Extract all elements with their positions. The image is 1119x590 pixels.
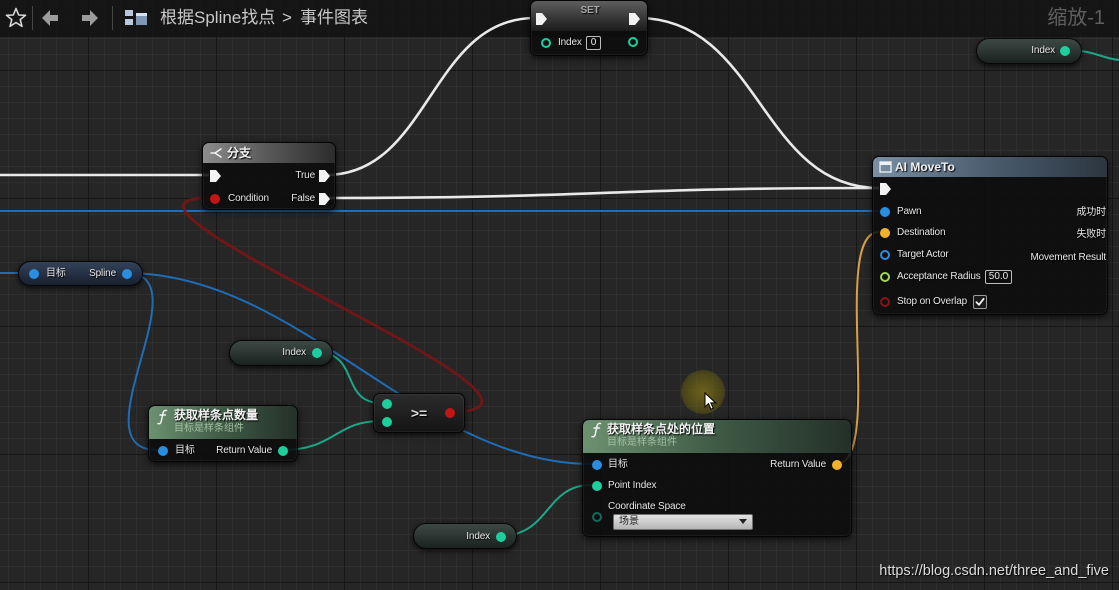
location-target-pin[interactable]	[592, 460, 602, 470]
num-points-return-pin[interactable]	[278, 446, 288, 456]
branch-condition-label: Condition	[228, 193, 269, 204]
index-getter-output-pin[interactable]	[1060, 46, 1070, 56]
target-actor-pin[interactable]	[880, 250, 890, 260]
set-index-output-pin[interactable]	[628, 37, 638, 47]
branch-true-label: True	[295, 170, 315, 181]
set-index-node[interactable]: SET Index 0	[530, 0, 648, 56]
ai-moveto-node[interactable]: AI MoveTo Pawn Destination Target Actor …	[872, 156, 1108, 315]
compare-output-pin[interactable]	[445, 408, 455, 418]
spline-getter-output-pin[interactable]	[122, 269, 132, 279]
coordinate-space-value: 场景	[619, 516, 639, 527]
num-points-title: 获取样条点数量	[174, 408, 259, 422]
movement-result-label: Movement Result	[1030, 252, 1106, 263]
greater-equal-node[interactable]: >=	[373, 393, 465, 433]
on-success-label: 成功时	[1076, 207, 1106, 218]
index-getter-top[interactable]: Index	[976, 38, 1082, 64]
stop-on-overlap-label: Stop on Overlap	[897, 296, 968, 307]
location-return-label: Return Value	[770, 459, 826, 470]
branch-false-label: False	[291, 193, 315, 204]
target-actor-label: Target Actor	[897, 249, 949, 260]
node-icon	[879, 161, 892, 173]
get-spline-point-count-node[interactable]: 获取样条点数量 目标是样条组件 目标 Return Value	[148, 405, 298, 462]
on-fail-label: 失败时	[1076, 229, 1106, 240]
ai-moveto-exec-in-pin[interactable]	[880, 183, 891, 195]
branch-false-out-pin[interactable]	[319, 193, 330, 205]
stop-on-overlap-checkbox[interactable]	[973, 295, 987, 309]
pawn-pin[interactable]	[880, 207, 890, 217]
coordinate-space-label: Coordinate Space	[608, 501, 686, 512]
compare-input-b-pin[interactable]	[382, 417, 392, 427]
checkmark-icon	[975, 297, 985, 306]
num-points-subtitle: 目标是样条组件	[174, 423, 244, 434]
location-subtitle: 目标是样条组件	[607, 437, 677, 448]
dropdown-arrow-icon	[739, 519, 747, 524]
spline-getter-target-label: 目标	[46, 268, 66, 279]
point-index-label: Point Index	[608, 480, 657, 491]
index-getter-bottom[interactable]: Index	[413, 523, 517, 549]
set-variable-label: Index	[558, 37, 582, 48]
set-index-input-pin[interactable]	[541, 38, 551, 48]
index-getter-output-pin[interactable]	[312, 348, 322, 358]
pawn-label: Pawn	[897, 206, 922, 217]
index-getter-label: Index	[1031, 45, 1055, 56]
compare-input-a-pin[interactable]	[382, 399, 392, 409]
num-points-target-label: 目标	[175, 445, 195, 456]
destination-label: Destination	[897, 227, 946, 238]
location-target-label: 目标	[608, 459, 628, 470]
mouse-cursor-icon	[704, 392, 717, 410]
point-index-pin[interactable]	[592, 481, 602, 491]
acceptance-radius-label: Acceptance Radius	[897, 271, 981, 282]
branch-exec-in-pin[interactable]	[210, 170, 221, 182]
exec-wire-true-to-set	[325, 16, 536, 177]
branch-node-title: 分支	[227, 146, 252, 160]
coordinate-space-dropdown[interactable]: 场景	[613, 514, 753, 530]
set-value-field[interactable]: 0	[586, 36, 601, 50]
get-location-at-spline-point-node[interactable]: 获取样条点处的位置 目标是样条组件 目标 Return Value Point …	[582, 419, 852, 537]
branch-node[interactable]: 分支 True Condition False	[202, 142, 336, 210]
exec-wire-false-to-moveto	[325, 186, 880, 200]
acceptance-radius-field[interactable]: 50.0	[985, 270, 1012, 284]
location-title: 获取样条点处的位置	[607, 422, 716, 436]
function-icon	[157, 409, 168, 425]
ai-moveto-title: AI MoveTo	[895, 160, 955, 174]
num-points-return-label: Return Value	[216, 445, 272, 456]
index-getter-mid[interactable]: Index	[229, 340, 333, 366]
branch-icon	[210, 148, 222, 158]
branch-condition-pin[interactable]	[210, 194, 220, 204]
blueprint-graph-canvas[interactable]: 根据Spline找点 > 事件图表 缩放-1 SET Index 0 Index	[0, 0, 1119, 590]
coordinate-space-pin[interactable]	[592, 512, 602, 522]
spline-getter[interactable]: 目标 Spline	[18, 261, 143, 286]
index-getter-label: Index	[282, 347, 306, 358]
stop-on-overlap-pin[interactable]	[880, 297, 890, 307]
function-icon	[591, 422, 602, 438]
location-return-pin[interactable]	[832, 460, 842, 470]
index-getter-output-pin[interactable]	[496, 532, 506, 542]
watermark-url: https://blog.csdn.net/three_and_five	[879, 563, 1109, 579]
index-getter-label: Index	[466, 531, 490, 542]
destination-pin[interactable]	[880, 228, 890, 238]
spline-getter-target-pin[interactable]	[29, 269, 39, 279]
branch-true-out-pin[interactable]	[319, 170, 330, 182]
cursor-highlight	[681, 370, 725, 414]
compare-operator-label: >=	[410, 405, 428, 421]
spline-getter-output-label: Spline	[89, 268, 116, 279]
exec-wire-set-to-moveto	[637, 16, 880, 190]
bool-wire-compare-to-condition	[182, 196, 484, 414]
num-points-target-pin[interactable]	[158, 446, 168, 456]
acceptance-radius-pin[interactable]	[880, 272, 890, 282]
